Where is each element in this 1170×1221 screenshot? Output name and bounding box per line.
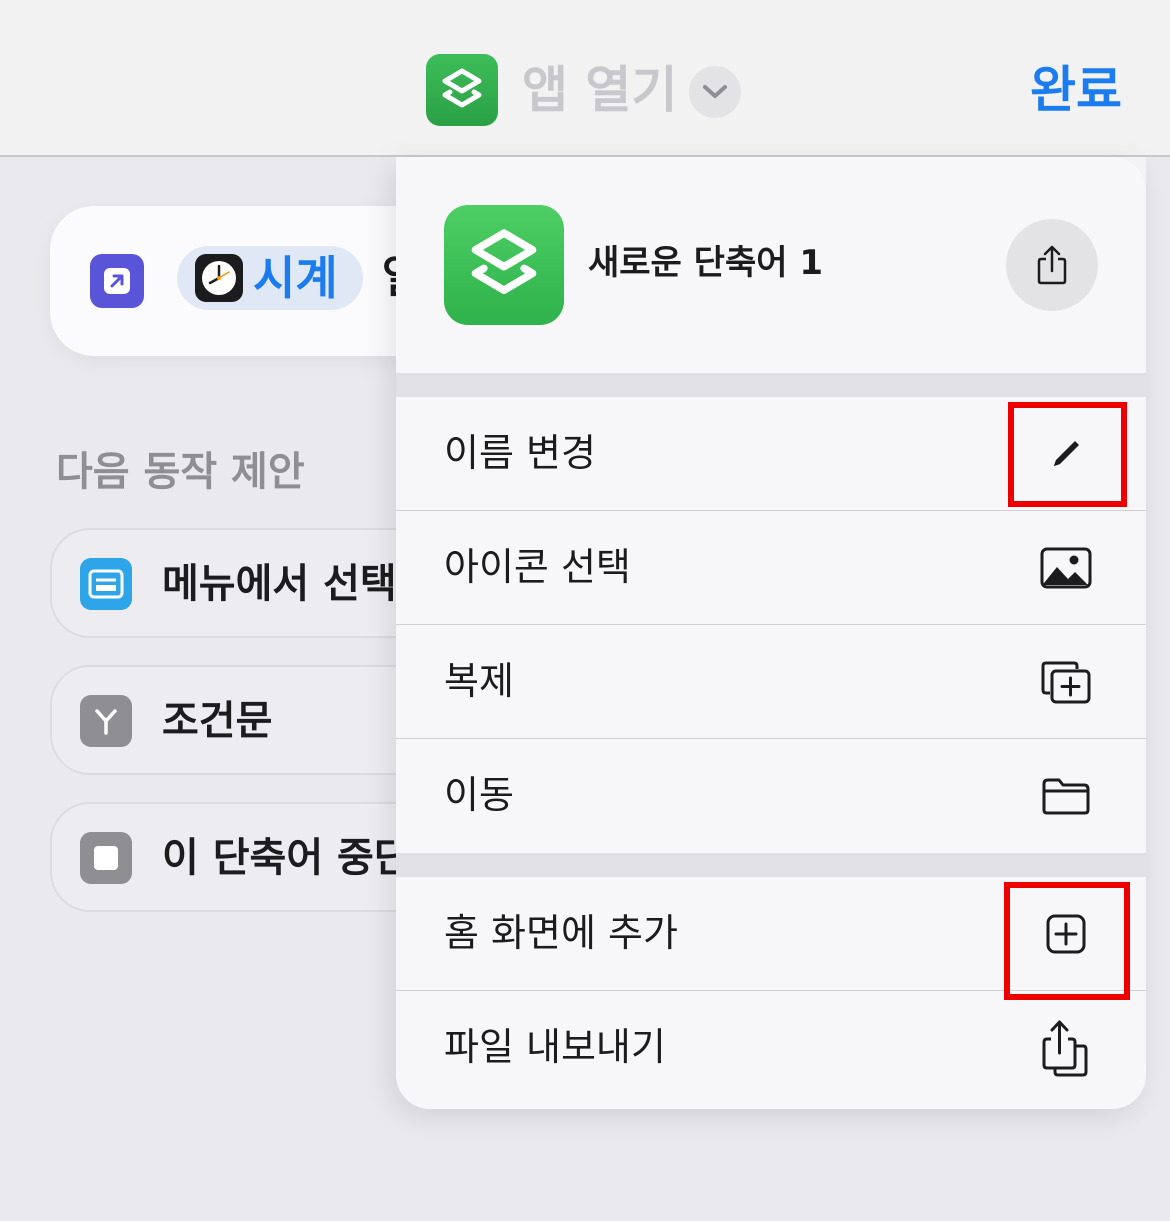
group-separator xyxy=(396,853,1146,877)
duplicate-icon xyxy=(1036,652,1096,712)
suggestion-label: 이 단축어 중단 xyxy=(162,835,411,881)
menu-item-add-to-home-screen[interactable]: 홈 화면에 추가 xyxy=(396,877,1146,991)
menu-item-move[interactable]: 이동 xyxy=(396,739,1146,853)
shortcut-name: 새로운 단축어 1 xyxy=(588,243,824,283)
share-button[interactable] xyxy=(1006,219,1098,311)
suggestion-label: 조건문 xyxy=(162,698,273,744)
chevron-down-icon xyxy=(703,85,727,98)
menu-item-label: 복제 xyxy=(444,659,514,703)
stop-icon xyxy=(80,832,132,884)
shortcut-icon xyxy=(444,205,564,325)
menu-item-rename[interactable]: 이름 변경 xyxy=(396,397,1146,511)
folder-icon xyxy=(1036,766,1096,826)
menu-list-icon xyxy=(80,558,132,610)
app-parameter-pill[interactable]: 시계 xyxy=(177,246,363,310)
menu-item-label: 이름 변경 xyxy=(444,431,596,475)
menu-item-duplicate[interactable]: 복제 xyxy=(396,625,1146,739)
menu-item-choose-icon[interactable]: 아이콘 선택 xyxy=(396,511,1146,625)
shortcuts-app-icon[interactable] xyxy=(426,54,498,126)
menu-item-export-file[interactable]: 파일 내보내기 xyxy=(396,991,1146,1109)
export-icon xyxy=(1036,1018,1096,1078)
menu-item-label: 아이콘 선택 xyxy=(444,545,631,589)
menu-item-label: 홈 화면에 추가 xyxy=(444,911,678,955)
menu-item-label: 이동 xyxy=(444,773,514,817)
open-app-icon xyxy=(90,254,144,308)
done-button[interactable]: 완료 xyxy=(1030,58,1122,122)
pencil-icon xyxy=(1036,424,1096,484)
title-menu-button[interactable] xyxy=(689,66,741,118)
app-parameter-label: 시계 xyxy=(253,251,338,305)
share-icon xyxy=(1037,245,1067,285)
menu-item-label: 파일 내보내기 xyxy=(444,1025,666,1069)
group-separator xyxy=(396,373,1146,397)
suggestion-label: 메뉴에서 선택 xyxy=(162,561,397,607)
plus-square-icon xyxy=(1036,904,1096,964)
suggestions-heading: 다음 동작 제안 xyxy=(56,449,305,495)
clock-app-icon xyxy=(195,254,243,302)
menu-header: 새로운 단축어 1 xyxy=(396,157,1146,373)
shortcut-details-menu: 새로운 단축어 1 이름 변경 아이콘 선택 복제 이동 홈 화면에 추가 파일… xyxy=(396,157,1146,1109)
photo-icon xyxy=(1036,538,1096,598)
nav-bar: 앱 열기 완료 xyxy=(0,0,1170,157)
shortcut-title[interactable]: 앱 열기 xyxy=(522,58,677,122)
branch-icon xyxy=(80,695,132,747)
